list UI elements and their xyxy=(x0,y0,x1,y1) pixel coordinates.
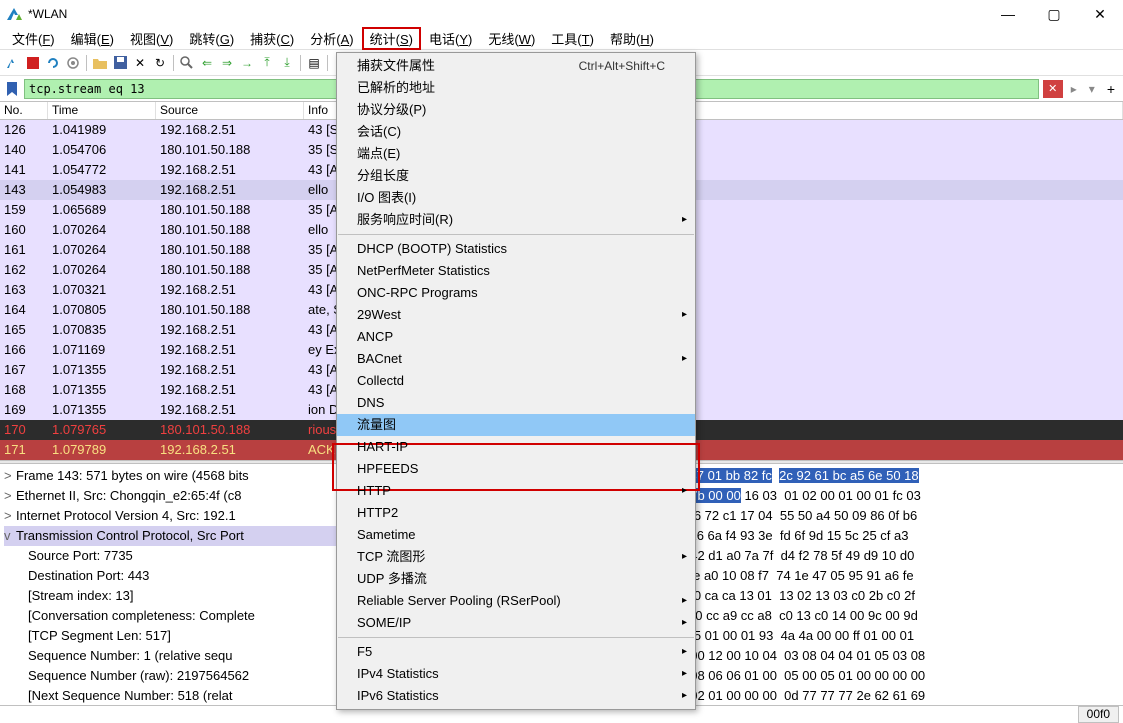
menu-item[interactable]: TCP 流图形 xyxy=(337,546,695,568)
statistics-menu: 捕获文件属性Ctrl+Alt+Shift+C已解析的地址协议分级(P)会话(C)… xyxy=(336,52,696,710)
menu-item[interactable]: IPv6 Statistics xyxy=(337,685,695,707)
maximize-button[interactable]: ▢ xyxy=(1031,0,1077,28)
menu-item[interactable]: Collectd xyxy=(337,370,695,392)
hex-row[interactable]: 05 05 01 08 06 06 01 00 05 00 05 01 00 0… xyxy=(636,666,1121,686)
hex-row[interactable]: db df c6 0e a0 10 08 f7 74 1e 47 05 95 9… xyxy=(636,566,1121,586)
menu-item[interactable]: Reliable Server Pooling (RSerPool) xyxy=(337,590,695,612)
menu-h[interactable]: 帮助(H) xyxy=(602,27,662,50)
col-time[interactable]: Time xyxy=(48,102,156,119)
menu-item[interactable]: HTTP xyxy=(337,480,695,502)
hex-row[interactable]: c0 2c c0 30 cc a9 cc a8 c0 13 c0 14 00 9… xyxy=(636,606,1121,626)
menu-item[interactable]: 会话(C) xyxy=(337,121,695,143)
hex-row[interactable]: 32 bc 1e 37 01 bb 82 fc 2c 92 61 bc a5 6… xyxy=(636,466,1121,486)
auto-scroll-icon[interactable]: ▤ xyxy=(305,54,323,72)
menu-item[interactable]: ANCP xyxy=(337,326,695,348)
window-title: *WLAN xyxy=(28,7,985,21)
hex-row[interactable]: 7e 20 13 42 d1 a0 7a 7f d4 f2 78 5f 49 d… xyxy=(636,546,1121,566)
menu-item[interactable]: 29West xyxy=(337,304,695,326)
app-logo-icon xyxy=(6,6,22,22)
packet-bytes[interactable]: 32 bc 1e 37 01 bb 82 fc 2c 92 61 bc a5 6… xyxy=(634,464,1123,706)
menu-w[interactable]: 无线(W) xyxy=(480,27,543,50)
hex-row[interactable]: 03 30 1f 26 72 c1 17 04 55 50 a4 50 09 8… xyxy=(636,506,1121,526)
menu-v[interactable]: 视图(V) xyxy=(122,27,181,50)
menu-item[interactable]: 捕获文件属性Ctrl+Alt+Shift+C xyxy=(337,55,695,77)
menu-item[interactable]: DNS xyxy=(337,392,695,414)
menu-a[interactable]: 分析(A) xyxy=(302,27,361,50)
goto-last-icon[interactable]: ⤓ xyxy=(278,54,296,72)
filter-history-button[interactable]: ▾ xyxy=(1085,82,1099,96)
menu-item[interactable]: 流量图 xyxy=(337,414,695,436)
menu-item[interactable]: HPFEEDS xyxy=(337,458,695,480)
menu-item[interactable]: 已解析的地址 xyxy=(337,77,695,99)
goto-first-icon[interactable]: ⤒ xyxy=(258,54,276,72)
apply-filter-button[interactable]: ▸ xyxy=(1067,82,1081,96)
next-icon[interactable]: ⇒ xyxy=(218,54,236,72)
hex-row[interactable]: 00 2f 00 35 01 00 01 93 4a 4a 00 00 ff 0… xyxy=(636,626,1121,646)
menu-g[interactable]: 跳转(G) xyxy=(181,27,242,50)
save-icon[interactable] xyxy=(111,54,129,72)
close-file-icon[interactable]: ✕ xyxy=(131,54,149,72)
start-capture-icon[interactable] xyxy=(4,54,22,72)
menu-item[interactable]: Sametime xyxy=(337,524,695,546)
menu-item[interactable]: BACnet xyxy=(337,348,695,370)
menu-item[interactable]: 分组长度 xyxy=(337,165,695,187)
menu-item[interactable]: ONC-RPC Programs xyxy=(337,282,695,304)
minimize-button[interactable]: — xyxy=(985,0,1031,28)
stop-capture-icon[interactable] xyxy=(24,54,42,72)
menu-item[interactable]: HART-IP xyxy=(337,436,695,458)
menu-item[interactable]: 协议分级(P) xyxy=(337,99,695,121)
add-filter-button[interactable]: + xyxy=(1103,81,1119,97)
menu-y[interactable]: 电话(Y) xyxy=(421,27,480,50)
restart-capture-icon[interactable] xyxy=(44,54,62,72)
menu-item[interactable]: 服务响应时间(R) xyxy=(337,209,695,231)
prev-icon[interactable]: ⇐ xyxy=(198,54,216,72)
menu-item[interactable]: F5 xyxy=(337,641,695,663)
clear-filter-button[interactable]: ✕ xyxy=(1043,80,1063,98)
menu-item[interactable]: UDP 多播流 xyxy=(337,568,695,590)
title-bar: *WLAN — ▢ ✕ xyxy=(0,0,1123,28)
hex-row[interactable]: 00 0b 00 02 01 00 00 00 0d 77 77 77 2e 6… xyxy=(636,686,1121,706)
options-icon[interactable] xyxy=(64,54,82,72)
hex-row[interactable]: b6 4f 00 20 ca ca 13 01 13 02 13 03 c0 2… xyxy=(636,586,1121,606)
close-button[interactable]: ✕ xyxy=(1077,0,1123,28)
open-file-icon[interactable] xyxy=(91,54,109,72)
menu-item[interactable]: DHCP (BOOTP) Statistics xyxy=(337,238,695,260)
menu-item[interactable]: HTTP2 xyxy=(337,502,695,524)
menu-item[interactable]: SOME/IP xyxy=(337,612,695,634)
menu-f[interactable]: 文件(F) xyxy=(4,27,63,50)
reload-icon[interactable]: ↻ xyxy=(151,54,169,72)
menu-item[interactable]: I/O 图表(I) xyxy=(337,187,695,209)
status-tab[interactable]: 00f0 xyxy=(1078,706,1119,723)
menu-item[interactable]: IPv4 Statistics xyxy=(337,663,695,685)
menu-e[interactable]: 编辑(E) xyxy=(63,27,122,50)
col-no[interactable]: No. xyxy=(0,102,48,119)
jump-icon[interactable]: → xyxy=(238,54,256,72)
menu-item[interactable]: NetPerfMeter Statistics xyxy=(337,260,695,282)
menu-c[interactable]: 捕获(C) xyxy=(242,27,302,50)
find-icon[interactable] xyxy=(178,54,196,72)
menu-item[interactable]: 端点(E) xyxy=(337,143,695,165)
hex-row[interactable]: 0d b1 c9 16 6a f4 93 3e fd 6f 9d 15 5c 2… xyxy=(636,526,1121,546)
menu-t[interactable]: 工具(T) xyxy=(543,27,602,50)
menu-bar: 文件(F)编辑(E)视图(V)跳转(G)捕获(C)分析(A)统计(S)电话(Y)… xyxy=(0,28,1123,50)
hex-row[interactable]: 00 00 0d 00 12 00 10 04 03 08 04 04 01 0… xyxy=(636,646,1121,666)
col-source[interactable]: Source xyxy=(156,102,304,119)
menu-s[interactable]: 统计(S) xyxy=(362,27,421,50)
hex-row[interactable]: 02 00 0e 7b 00 00 16 03 01 02 00 01 00 0… xyxy=(636,486,1121,506)
bookmark-icon[interactable] xyxy=(4,81,20,97)
